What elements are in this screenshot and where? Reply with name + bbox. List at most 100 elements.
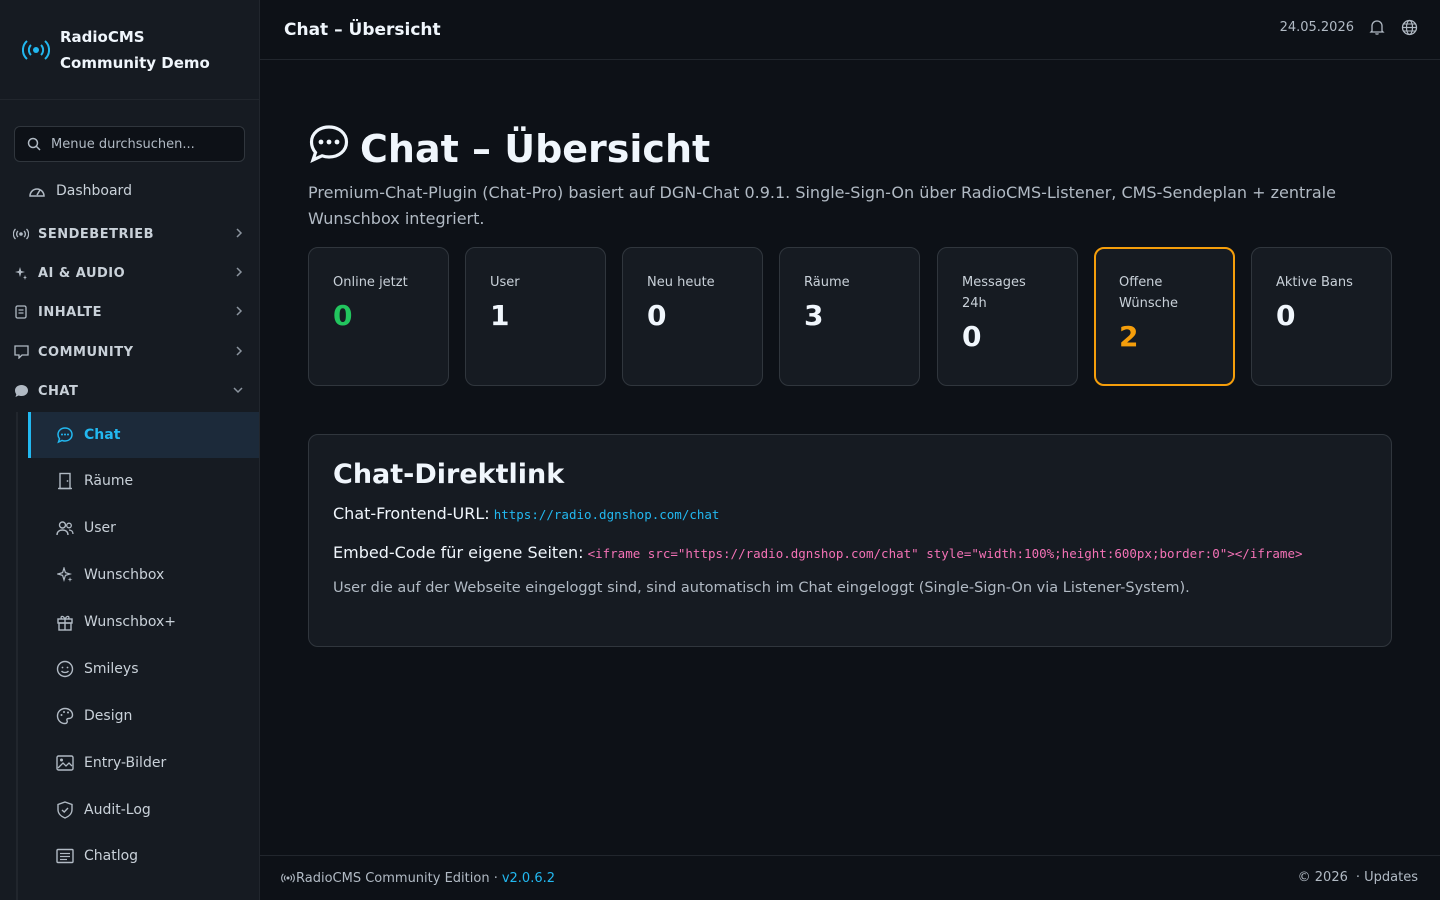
footer-edition: RadioCMS Community Edition · — [296, 870, 498, 886]
stat-label: Räume — [804, 275, 850, 290]
sidebar-item-label: Wunschbox — [84, 567, 165, 583]
chat-direktlink-card: Chat-Direktlink Chat-Frontend-URL: https… — [308, 434, 1392, 647]
chevron-down-icon — [232, 384, 244, 400]
footer: RadioCMS Community Edition · v2.0.6.2 © … — [260, 855, 1440, 900]
smiley-icon — [56, 660, 74, 678]
image-icon — [56, 754, 74, 772]
sidebar-section-ai-audio[interactable]: AI & AUDIO — [12, 261, 248, 285]
sso-note: User die auf der Webseite eingeloggt sin… — [333, 580, 1190, 596]
users-icon — [56, 519, 74, 537]
sidebar: RadioCMS Community Demo Dashboard SENDEB… — [0, 0, 260, 900]
footer-right: © 2026 · Updates — [1298, 870, 1418, 885]
sidebar-section-chat[interactable]: CHAT — [12, 379, 248, 403]
sidebar-section-community[interactable]: COMMUNITY — [12, 340, 248, 364]
comment-icon — [12, 343, 30, 361]
chevron-right-icon — [234, 266, 244, 282]
sidebar-item-label: User — [84, 520, 116, 536]
sidebar-item-label: Räume — [84, 473, 134, 489]
broadcast-icon — [280, 869, 296, 887]
chevron-right-icon — [234, 345, 244, 361]
sidebar-item-label: Dashboard — [56, 183, 132, 199]
stat-value: 0 — [962, 320, 982, 353]
sidebar-item-label: Chatlog — [84, 848, 139, 864]
sidebar-item-label: Audit-Log — [84, 802, 151, 818]
stat-label: Neu heute — [647, 275, 715, 290]
stat-card-neu-heute: Neu heute 0 — [622, 247, 763, 386]
sidebar-item-raeume[interactable]: Räume — [28, 458, 259, 504]
section-label: SENDEBETRIEB — [38, 226, 155, 242]
chat-bubble-icon — [12, 382, 30, 400]
topbar: Chat – Übersicht 24.05.2026 — [260, 0, 1440, 60]
footer-updates-link[interactable]: · Updates — [1356, 870, 1418, 885]
sidebar-item-entry-bilder[interactable]: Entry-Bilder — [28, 740, 259, 786]
embed-code-row: Embed-Code für eigene Seiten: <iframe sr… — [333, 543, 1367, 562]
embed-code-label: Embed-Code für eigene Seiten: — [333, 543, 584, 562]
page-title: Chat – Übersicht — [308, 124, 710, 173]
stat-value: 0 — [1276, 299, 1296, 332]
sidebar-item-label: Entry-Bilder — [84, 755, 167, 771]
sidebar-item-dashboard[interactable]: Dashboard — [28, 178, 132, 204]
frontend-url-link[interactable]: https://radio.dgnshop.com/chat — [494, 507, 720, 522]
sparkle-icon — [12, 264, 30, 282]
chat-submenu: Chat Räume User Wunschbox Wunschbox+ Smi… — [16, 412, 259, 900]
list-icon — [56, 847, 74, 865]
sidebar-section-inhalte[interactable]: INHALTE — [12, 300, 248, 324]
search-icon — [25, 135, 43, 153]
broadcast-icon — [12, 225, 30, 243]
palette-icon — [56, 707, 74, 725]
bell-icon[interactable] — [1368, 18, 1386, 36]
footer-version-link[interactable]: v2.0.6.2 — [502, 871, 555, 886]
stat-label: Messages 24h — [962, 275, 1026, 311]
frontend-url-label: Chat-Frontend-URL: — [333, 504, 490, 523]
stat-card-messages: Messages 24h 0 — [937, 247, 1078, 386]
card-title: Chat-Direktlink — [333, 459, 565, 490]
stat-label: User — [490, 275, 520, 290]
sidebar-item-chatlog[interactable]: Chatlog — [28, 833, 259, 879]
sidebar-section-sendebetrieb[interactable]: SENDEBETRIEB — [12, 222, 248, 246]
chevron-right-icon — [234, 227, 244, 243]
sidebar-item-label: Smileys — [84, 661, 139, 677]
stat-value: 2 — [1119, 320, 1139, 353]
sparkle-icon — [56, 566, 74, 584]
section-label: INHALTE — [38, 304, 103, 320]
menu-search-input[interactable] — [51, 136, 231, 152]
stat-value: 0 — [647, 299, 667, 332]
sidebar-item-user[interactable]: User — [28, 505, 259, 551]
sidebar-item-wunschbox-plus[interactable]: Wunschbox+ — [28, 599, 259, 645]
sidebar-item-audit-log[interactable]: Audit-Log — [28, 787, 259, 833]
topbar-title: Chat – Übersicht — [284, 19, 441, 40]
sidebar-item-wunschbox[interactable]: Wunschbox — [28, 552, 259, 598]
page-title-text: Chat – Übersicht — [360, 126, 711, 171]
radio-broadcast-icon — [22, 36, 50, 64]
menu-search — [14, 126, 245, 162]
stat-card-aktive-bans: Aktive Bans 0 — [1251, 247, 1392, 386]
stat-label: Online jetzt — [333, 275, 408, 290]
stat-value: 3 — [804, 299, 824, 332]
brand-line1: RadioCMS — [60, 27, 145, 46]
sidebar-item-design[interactable]: Design — [28, 693, 259, 739]
chat-dots-icon — [308, 124, 350, 173]
chat-icon — [56, 426, 74, 444]
stat-card-offene-wuensche: Offene Wünsche 2 — [1094, 247, 1235, 386]
brand-line2: Community Demo — [60, 53, 210, 72]
stat-label: Offene Wünsche — [1119, 275, 1179, 311]
stat-card-online: Online jetzt 0 — [308, 247, 449, 386]
main-content: Chat – Übersicht Premium-Chat-Plugin (Ch… — [260, 60, 1440, 855]
sidebar-item-smileys[interactable]: Smileys — [28, 646, 259, 692]
topbar-right: 24.05.2026 — [1280, 18, 1418, 36]
stat-card-raeume: Räume 3 — [779, 247, 920, 386]
globe-icon[interactable] — [1400, 18, 1418, 36]
frontend-url-row: Chat-Frontend-URL: https://radio.dgnshop… — [333, 504, 1367, 523]
sidebar-item-label: Chat — [84, 427, 121, 443]
document-icon — [12, 303, 30, 321]
gauge-icon — [28, 182, 46, 200]
shield-icon — [56, 801, 74, 819]
brand[interactable]: RadioCMS Community Demo — [0, 0, 259, 100]
section-label: COMMUNITY — [38, 344, 134, 360]
door-icon — [56, 472, 74, 490]
sidebar-item-chat[interactable]: Chat — [28, 412, 259, 458]
embed-code[interactable]: <iframe src="https://radio.dgnshop.com/c… — [588, 546, 1303, 561]
brand-name: RadioCMS Community Demo — [60, 24, 210, 76]
sidebar-item-label: Design — [84, 708, 133, 724]
section-label: CHAT — [38, 383, 79, 399]
